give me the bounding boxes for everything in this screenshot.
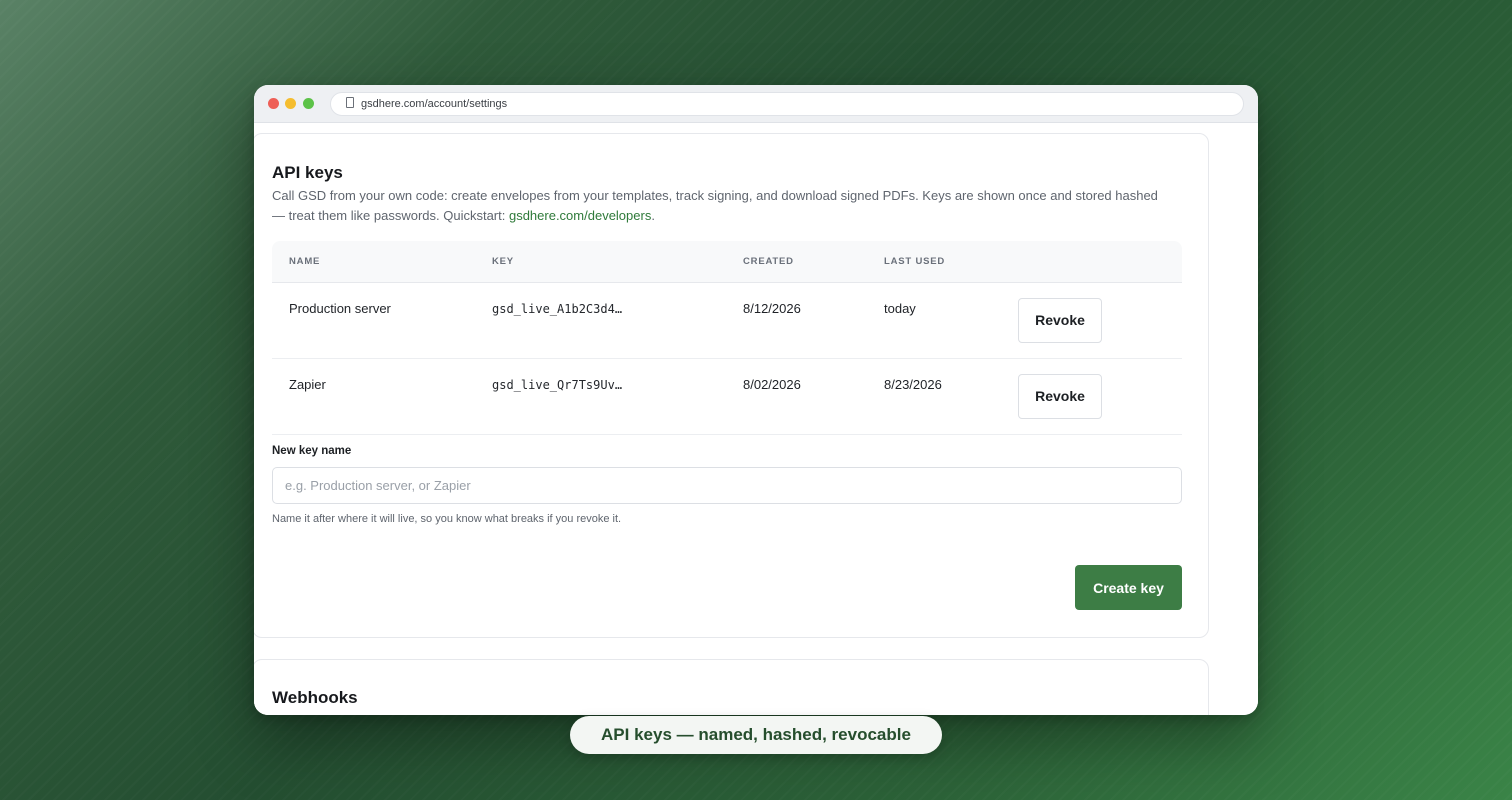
browser-window: gsdhere.com/account/settings API keys Ca… <box>254 85 1258 715</box>
action-cell: Revoke <box>1007 282 1182 359</box>
column-header-last-used: LAST USED <box>867 241 1007 283</box>
last-used-cell: today <box>867 282 1007 359</box>
feature-caption: API keys — named, hashed, revocable <box>570 716 942 754</box>
action-cell: Revoke <box>1007 358 1182 435</box>
api-keys-description-end: . <box>651 207 655 223</box>
api-keys-table: NAME KEY CREATED LAST USED Production se… <box>272 241 1182 435</box>
minimize-window-button[interactable] <box>285 98 296 109</box>
key-prefix-cell: gsd_live_Qr7Ts9Uv… <box>475 358 726 435</box>
address-bar[interactable]: gsdhere.com/account/settings <box>330 92 1244 116</box>
new-key-name-input[interactable] <box>272 467 1182 504</box>
address-url: gsdhere.com/account/settings <box>361 98 508 110</box>
key-prefix-cell: gsd_live_A1b2C3d4… <box>475 282 726 359</box>
column-header-actions <box>1007 241 1182 283</box>
page-viewport[interactable]: API keys Call GSD from your own code: cr… <box>254 123 1258 715</box>
maximize-window-button[interactable] <box>303 98 314 109</box>
column-header-name: NAME <box>272 241 475 283</box>
lock-icon <box>346 97 354 108</box>
column-header-created: CREATED <box>726 241 867 283</box>
table-header-row: NAME KEY CREATED LAST USED <box>272 241 1182 283</box>
table-row: Production server gsd_live_A1b2C3d4… 8/1… <box>272 282 1182 359</box>
created-date-cell: 8/12/2026 <box>726 282 867 359</box>
revoke-button[interactable]: Revoke <box>1018 373 1102 419</box>
new-key-name-label: New key name <box>272 445 352 457</box>
new-key-help-text: Name it after where it will live, so you… <box>272 513 622 525</box>
revoke-button[interactable]: Revoke <box>1018 297 1102 343</box>
browser-toolbar: gsdhere.com/account/settings <box>254 85 1258 123</box>
api-keys-description: Call GSD from your own code: create enve… <box>272 186 1172 225</box>
create-key-button[interactable]: Create key <box>1075 565 1182 610</box>
webhooks-title: Webhooks <box>272 688 358 707</box>
key-name-cell: Zapier <box>272 358 475 435</box>
close-window-button[interactable] <box>268 98 279 109</box>
created-date-cell: 8/02/2026 <box>726 358 867 435</box>
webhooks-section: Webhooks <box>254 659 1209 715</box>
last-used-cell: 8/23/2026 <box>867 358 1007 435</box>
column-header-key: KEY <box>475 241 726 283</box>
key-name-cell: Production server <box>272 282 475 359</box>
api-keys-section: API keys Call GSD from your own code: cr… <box>254 133 1209 638</box>
table-row: Zapier gsd_live_Qr7Ts9Uv… 8/02/2026 8/23… <box>272 358 1182 435</box>
api-keys-description-text: Call GSD from your own code: create enve… <box>272 188 1158 223</box>
api-keys-title: API keys <box>272 163 343 182</box>
quickstart-link[interactable]: gsdhere.com/developers <box>509 208 651 223</box>
